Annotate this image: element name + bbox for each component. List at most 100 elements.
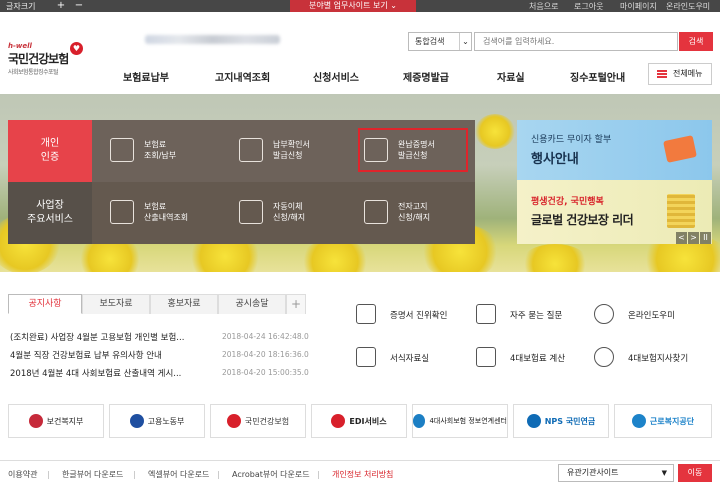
font-decrease-button[interactable]: − (72, 0, 86, 12)
footer-excel-viewer[interactable]: 엑셀뷰어 다운로드 (148, 469, 209, 480)
service-label: 자동이체 신청/해지 (273, 202, 306, 222)
tab-business[interactable]: 사업장 주요서비스 (8, 182, 92, 244)
partner-4insure[interactable]: 4대사회보험 정보연계센터 (412, 404, 508, 438)
ad2-line1: 평생건강, 국민행복 (531, 197, 604, 207)
ad-prev-button[interactable]: < (676, 232, 687, 244)
ad1-line1: 신용카드 무이자 할부 (531, 135, 612, 145)
divider (218, 471, 219, 479)
ad-card-installment[interactable]: 신용카드 무이자 할부 행사안내 (517, 120, 712, 180)
notice-date: 2018-04-20 18:16:36.0 (222, 350, 309, 359)
site-logo[interactable]: h-well 국민건강보험 사회보험통합징수포털 ♥ (8, 42, 83, 76)
notice-date: 2018-04-20 15:00:35.0 (222, 368, 309, 377)
service-full-payment-certificate[interactable]: 완납증명서 발급신청 (358, 120, 486, 182)
partner-label: 국민건강보험 (244, 416, 290, 426)
more-button[interactable]: + (286, 294, 306, 314)
document-icon (239, 138, 263, 162)
notice-item[interactable]: (조치완료) 사업장 4월분 고용보험 개인별 보험... 2018-04-24… (10, 331, 310, 345)
partner-comwel[interactable]: 근로복지공단 (614, 404, 712, 438)
nav-premium-payment[interactable]: 보험료납부 (123, 69, 169, 84)
nhis-logo-icon (226, 414, 241, 428)
hamburger-icon (657, 70, 667, 78)
partner-nps[interactable]: NPS 국민연금 (513, 404, 609, 438)
link-home[interactable]: 처음으로 (529, 1, 558, 12)
search-button[interactable]: 검색 (679, 32, 713, 51)
heart-logo-icon: ♥ (70, 42, 83, 55)
related-sites-select[interactable]: 유관기관사이트 ▼ (558, 464, 674, 482)
footer-hwp-viewer[interactable]: 한글뷰어 다운로드 (62, 469, 123, 480)
service-label: 완납증명서 발급신청 (398, 140, 435, 160)
service-e-notice[interactable]: 전자고지 신청/해지 (364, 182, 486, 244)
service-payment-confirmation[interactable]: 납부확인서 발급신청 (239, 120, 361, 182)
nav-notice-history[interactable]: 고지내역조회 (215, 69, 270, 84)
cursor-click-icon (110, 138, 134, 162)
money-bag-icon (239, 200, 263, 224)
email-notice-icon (364, 200, 388, 224)
notice-item[interactable]: 2018년 4월분 4대 사회보험료 산출내역 게시... 2018-04-20… (10, 367, 310, 381)
link-online-helper[interactable]: 온라인도우미 (666, 1, 710, 12)
tab-notice[interactable]: 공지사항 (8, 294, 82, 314)
mohw-logo-icon (28, 414, 43, 428)
headset-icon (594, 304, 614, 324)
form-library-icon (356, 347, 376, 367)
service-label: 보험료 산출내역조회 (144, 202, 189, 222)
all-menu-label: 전체메뉴 (673, 69, 703, 78)
link-mypage[interactable]: 마이페이지 (620, 1, 657, 12)
ad-next-button[interactable]: > (688, 232, 699, 244)
footer-terms[interactable]: 이용약관 (8, 469, 37, 480)
go-button[interactable]: 이동 (678, 464, 712, 482)
notice-item[interactable]: 4월분 직장 건강보험료 납부 유의사항 안내 2018-04-20 18:16… (10, 349, 310, 363)
partner-mohw[interactable]: 보건복지부 (8, 404, 104, 438)
notice-title: 4월분 직장 건강보험료 납부 유의사항 안내 (10, 351, 162, 361)
insure-center-logo-icon (413, 414, 426, 428)
nav-resources[interactable]: 자료실 (497, 69, 525, 84)
tab-promotion[interactable]: 홍보자료 (150, 294, 218, 314)
notice-date: 2018-04-24 16:42:48.0 (222, 332, 309, 341)
tab-press[interactable]: 보도자료 (82, 294, 150, 314)
logo-subtitle: 사회보험통합징수포털 (8, 69, 59, 76)
related-sites-value: 유관기관사이트 (567, 468, 619, 477)
service-premium-calculation[interactable]: 보험료 산출내역조회 (110, 182, 232, 244)
nav-portal-guide[interactable]: 징수포털안내 (570, 69, 625, 84)
footer-acrobat-viewer[interactable]: Acrobat뷰어 다운로드 (232, 469, 310, 480)
partner-edi[interactable]: EDI서비스 (311, 404, 407, 438)
service-premium-inquiry[interactable]: 보험료 조회/납부 (110, 120, 232, 182)
footer-privacy-policy[interactable]: 개인정보 처리방침 (332, 469, 393, 480)
search-scope-select[interactable]: 통합검색 ⌄ (408, 32, 472, 51)
notice-title: (조치완료) 사업장 4월분 고용보험 개인별 보험... (10, 333, 185, 343)
tab-individual[interactable]: 개인 인증 (8, 120, 92, 182)
quicklink-label: 4대보험지사찾기 (628, 354, 689, 364)
credit-card-icon (663, 135, 697, 163)
nps-logo-icon (526, 414, 541, 428)
search-scope-value: 통합검색 (415, 37, 445, 46)
dropdown-arrow-icon: ▼ (661, 469, 667, 477)
partner-moel[interactable]: 고용노동부 (109, 404, 205, 438)
business-site-dropdown[interactable]: 분야별 업무사이트 보기 ⌄ (290, 0, 416, 12)
partner-label: 근로복지공단 (649, 416, 695, 426)
font-size-label: 글자크기 (6, 2, 36, 11)
tab-public-notice[interactable]: 공시송달 (218, 294, 286, 314)
certificate-icon (364, 138, 388, 162)
comwel-logo-icon (631, 414, 646, 428)
service-row-individual: 개인 인증 보험료 조회/납부 납부확인서 발급신청 완납증명서 발급신청 (8, 120, 475, 182)
link-logout[interactable]: 로그아웃 (574, 1, 603, 12)
partner-label: 4대사회보험 정보연계센터 (429, 417, 507, 425)
partner-nhis[interactable]: 국민건강보험 (210, 404, 306, 438)
location-pin-icon (594, 347, 614, 367)
tab-individual-label: 개인 인증 (40, 138, 60, 163)
ad2-line2: 글로벌 건강보장 리더 (531, 213, 634, 227)
quicklink-label: 자주 묻는 질문 (510, 311, 563, 321)
faq-icon (476, 304, 496, 324)
verify-document-icon (356, 304, 376, 324)
nav-application[interactable]: 신청서비스 (313, 69, 359, 84)
quicklink-label: 서식자료실 (390, 354, 430, 364)
all-menu-button[interactable]: 전체메뉴 (648, 63, 712, 85)
nav-certificate[interactable]: 제증명발급 (403, 69, 449, 84)
blurred-user-info (145, 35, 280, 44)
font-increase-button[interactable]: + (54, 0, 68, 12)
search-input[interactable] (474, 32, 678, 51)
divider (318, 471, 319, 479)
service-label: 전자고지 신청/해지 (398, 202, 431, 222)
service-auto-transfer[interactable]: 자동이체 신청/해지 (239, 182, 361, 244)
partner-label: 고용노동부 (147, 416, 185, 426)
ad-pause-button[interactable]: II (700, 232, 711, 244)
